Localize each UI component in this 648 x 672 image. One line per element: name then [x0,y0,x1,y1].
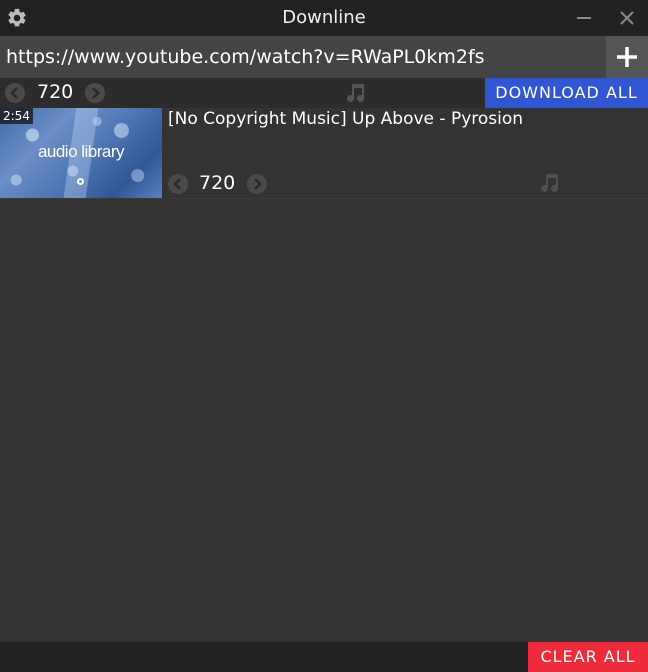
global-controls: 720 DOWNLOAD ALL [0,78,648,108]
url-input[interactable] [0,36,606,78]
duration-badge: 2:54 [0,108,33,124]
list-item: audio library 2:54 [No Copyright Music] … [0,108,648,199]
chevron-left-icon[interactable] [5,83,25,103]
video-quality-value: 720 [199,172,236,194]
add-url-button[interactable] [606,36,648,78]
footer-bar: CLEAR ALL [0,642,648,672]
thumbnail-logo-mark [77,178,84,185]
music-note-icon[interactable] [537,171,561,195]
close-icon[interactable] [618,9,636,27]
window-title: Downline [282,7,366,28]
chevron-right-icon[interactable] [247,174,267,194]
chevron-right-icon[interactable] [85,83,105,103]
chevron-left-icon[interactable] [168,174,188,194]
thumbnail-logo-text: audio library [37,142,125,161]
download-all-button[interactable]: DOWNLOAD ALL [485,78,648,108]
music-note-icon[interactable] [343,81,367,105]
title-bar: Downline [0,0,648,36]
video-title: [No Copyright Music] Up Above - Pyrosion [168,109,524,129]
url-bar [0,36,648,78]
minimize-icon[interactable] [575,9,593,27]
global-quality-value: 720 [37,81,74,103]
video-thumbnail[interactable]: audio library 2:54 [0,108,162,198]
clear-all-button[interactable]: CLEAR ALL [528,642,648,672]
